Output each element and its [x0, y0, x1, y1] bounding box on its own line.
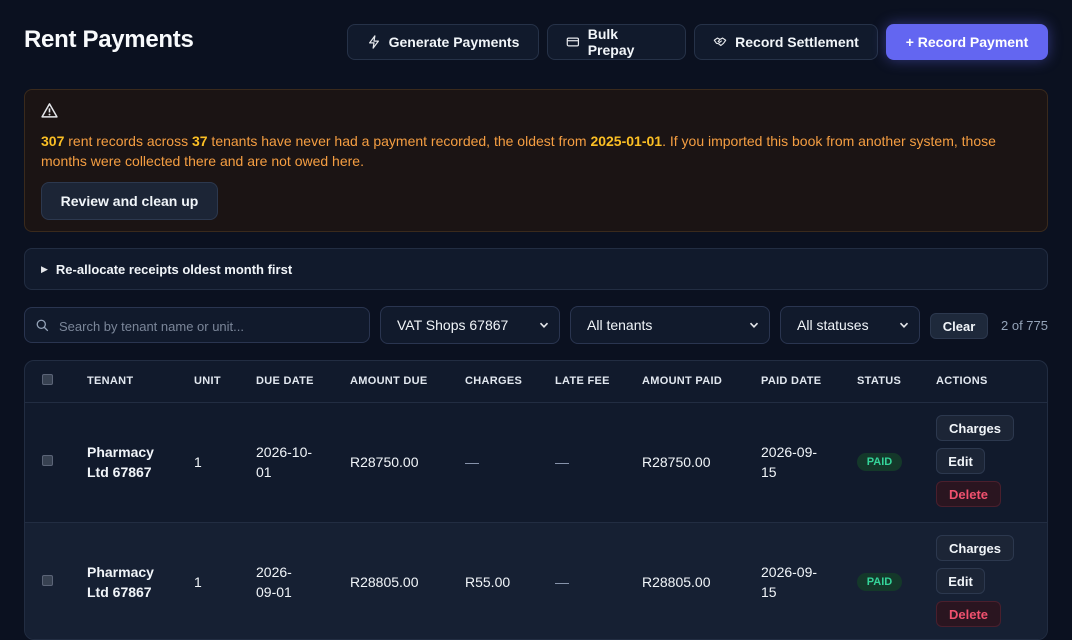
filter-bar: VAT Shops 67867 All tenants All statuses… [24, 306, 1048, 344]
payments-table: TENANT UNIT DUE DATE AMOUNT DUE CHARGES … [24, 360, 1048, 640]
record-payment-button[interactable]: + Record Payment [886, 24, 1048, 60]
column-header-charges[interactable]: CHARGES [465, 375, 522, 387]
record-settlement-label: Record Settlement [735, 34, 859, 50]
column-header-due-date[interactable]: DUE DATE [256, 375, 314, 387]
status-badge: PAID [857, 453, 902, 471]
bolt-icon [368, 35, 379, 49]
table-row: Pharmacy Ltd 67867 1 2026-10- 01 R28750.00… [25, 403, 1047, 523]
column-header-amount-due[interactable]: AMOUNT DUE [350, 375, 428, 387]
paid-date-line: 2026-09- [761, 564, 818, 580]
clear-filters-button[interactable]: Clear [930, 313, 988, 339]
tenant-name-line: Ltd 67867 [87, 464, 152, 480]
tenants-count: 37 [191, 133, 208, 149]
late-fee-cell: — [555, 454, 569, 470]
due-date-line: 2026-10- [256, 444, 313, 460]
amount-due-cell: R28750.00 [350, 454, 419, 470]
paid-date-line: 15 [761, 464, 777, 480]
tenant-name-line: Pharmacy [87, 564, 154, 580]
edit-button[interactable]: Edit [936, 568, 985, 594]
header-actions: Generate Payments Bulk Prepay Record Set… [347, 24, 1048, 60]
warning-icon [41, 103, 58, 118]
tenant-name-line: Pharmacy [87, 444, 154, 460]
table-row: Pharmacy Ltd 67867 1 2026- 09-01 R28805.00… [25, 523, 1047, 639]
column-header-unit[interactable]: UNIT [194, 375, 221, 387]
due-date-line: 2026- [256, 564, 292, 580]
bulk-prepay-button[interactable]: Bulk Prepay [547, 24, 686, 60]
reallocate-label: Re-allocate receipts oldest month first [55, 261, 293, 277]
row-checkbox[interactable] [42, 575, 53, 586]
delete-button[interactable]: Delete [936, 601, 1001, 627]
alert-text-part: rent records across [64, 133, 192, 149]
tenant-select[interactable]: All tenants [570, 306, 770, 344]
status-select-value: All statuses [797, 317, 869, 333]
tenant-select-value: All tenants [587, 317, 653, 333]
chevron-down-icon [899, 322, 909, 328]
chevron-down-icon [539, 322, 549, 328]
due-date-line: 09-01 [256, 584, 292, 600]
alert-message: 307 rent records across 37 tenants have … [41, 131, 1037, 171]
charges-cell: — [465, 454, 479, 470]
select-all-checkbox[interactable] [42, 374, 53, 385]
charges-cell: R55.00 [465, 574, 511, 590]
unit-cell: 1 [194, 574, 202, 590]
table-header: TENANT UNIT DUE DATE AMOUNT DUE CHARGES … [25, 361, 1047, 403]
record-payment-label: + Record Payment [905, 34, 1029, 50]
late-fee-cell: — [555, 574, 569, 590]
paid-date-line: 15 [761, 584, 777, 600]
due-date-cell: 2026-10- 01 [256, 442, 312, 482]
chevron-down-icon [749, 322, 759, 328]
column-header-late-fee[interactable]: LATE FEE [555, 375, 610, 387]
row-checkbox[interactable] [42, 455, 53, 466]
alert-text-part: tenants have never had a payment recorde… [207, 133, 591, 149]
record-settlement-button[interactable]: Record Settlement [694, 24, 878, 60]
triangle-right-icon: ▶ [41, 263, 48, 274]
status-badge: PAID [857, 573, 902, 591]
unpaid-records-alert: 307 rent records across 37 tenants have … [24, 89, 1048, 232]
amount-paid-cell: R28805.00 [642, 574, 711, 590]
property-select-value: VAT Shops 67867 [397, 317, 509, 333]
handshake-icon [713, 37, 727, 47]
review-cleanup-button[interactable]: Review and clean up [41, 182, 218, 220]
due-date-cell: 2026- 09-01 [256, 562, 292, 602]
search-box [24, 307, 370, 344]
amount-paid-cell: R28750.00 [642, 454, 711, 470]
generate-payments-label: Generate Payments [388, 34, 520, 50]
page-title: Rent Payments [24, 26, 194, 53]
search-input[interactable] [57, 308, 361, 344]
oldest-date: 2025-01-01 [590, 133, 663, 149]
column-header-actions: ACTIONS [936, 375, 988, 387]
card-icon [566, 37, 580, 47]
property-select[interactable]: VAT Shops 67867 [380, 306, 560, 344]
tenant-name: Pharmacy Ltd 67867 [87, 562, 154, 602]
column-header-status[interactable]: STATUS [857, 375, 901, 387]
status-select[interactable]: All statuses [780, 306, 920, 344]
unit-cell: 1 [194, 454, 202, 470]
paid-date-cell: 2026-09- 15 [761, 442, 817, 482]
column-header-tenant[interactable]: TENANT [87, 375, 133, 387]
bulk-prepay-label: Bulk Prepay [587, 26, 635, 58]
reallocate-receipts-toggle[interactable]: ▶ Re-allocate receipts oldest month firs… [24, 248, 1048, 290]
paid-date-cell: 2026-09- 15 [761, 562, 817, 602]
due-date-line: 01 [256, 464, 272, 480]
column-header-paid-date[interactable]: PAID DATE [761, 375, 821, 387]
column-header-amount-paid[interactable]: AMOUNT PAID [642, 375, 722, 387]
delete-button[interactable]: Delete [936, 481, 1001, 507]
records-count: 307 [41, 133, 65, 149]
charges-button[interactable]: Charges [936, 415, 1014, 441]
result-count: 2 of 775 [1001, 318, 1048, 333]
tenant-name: Pharmacy Ltd 67867 [87, 442, 154, 482]
charges-button[interactable]: Charges [936, 535, 1014, 561]
paid-date-line: 2026-09- [761, 444, 818, 460]
tenant-name-line: Ltd 67867 [87, 584, 152, 600]
edit-button[interactable]: Edit [936, 448, 985, 474]
generate-payments-button[interactable]: Generate Payments [347, 24, 539, 60]
amount-due-cell: R28805.00 [350, 574, 419, 590]
search-icon [36, 319, 49, 332]
